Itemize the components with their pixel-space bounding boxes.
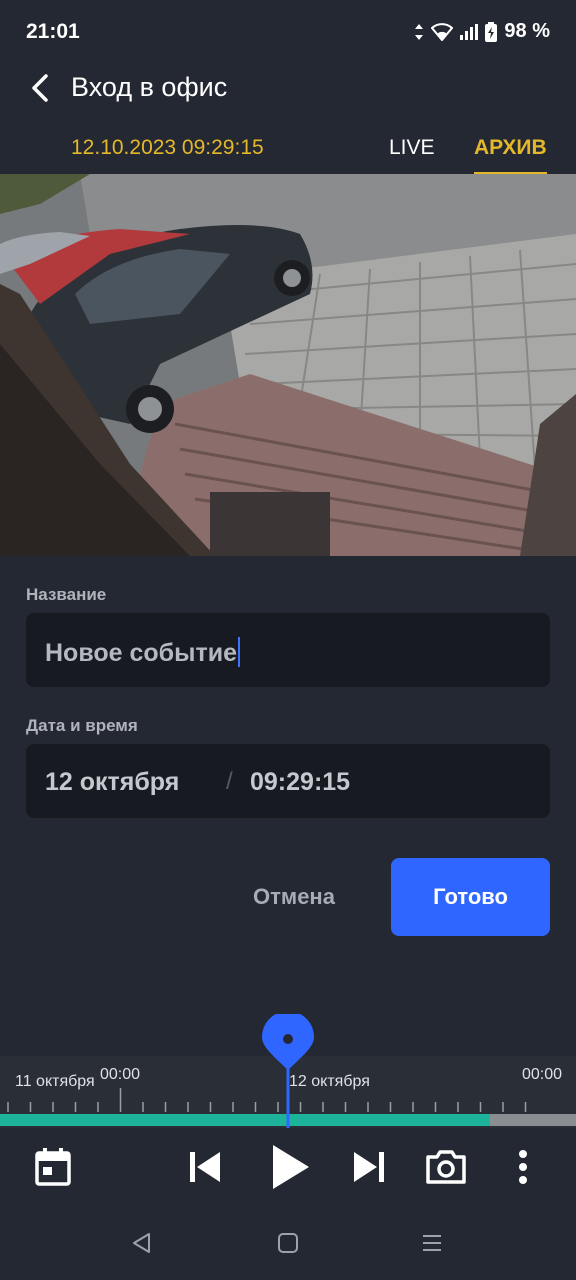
system-nav-bar [0,1210,576,1280]
timeline-position-marker[interactable] [261,1011,315,1128]
screen: 21:01 98 % Вход в офис 12.10.2023 09:29:… [0,0,576,1280]
datetime-field[interactable]: 12 октября / 09:29:15 [26,744,550,818]
play-button[interactable] [262,1142,316,1196]
date-time-separator: / [226,768,233,795]
app-header: Вход в офис [0,64,576,114]
more-options-button[interactable] [496,1142,550,1196]
previous-button[interactable] [178,1142,232,1196]
calendar-icon [34,1147,72,1192]
skip-next-icon [350,1148,388,1191]
time-value: 09:29:15 [250,768,351,796]
calendar-button[interactable] [26,1142,80,1196]
nav-back-icon [131,1232,153,1259]
wifi-icon [431,22,454,41]
name-label: Название [26,585,107,604]
timeline-recorded-fill [0,1114,490,1126]
page-title: Вход в офис [71,72,228,102]
event-name-value: Новое событие [45,637,240,668]
skip-previous-icon [186,1148,224,1191]
nav-home-button[interactable] [273,1230,303,1260]
tab-archive[interactable]: АРХИВ [474,136,547,175]
player-controls [0,1128,576,1210]
cancel-button[interactable]: Отмена [234,858,354,936]
battery-percent: 98 % [504,20,550,42]
back-arrow-icon [22,74,62,112]
data-arrows-icon [414,23,424,41]
status-icons: 98 % [414,20,550,43]
tab-live[interactable]: LIVE [389,136,435,160]
date-value: 12 октября [45,768,180,796]
timeline-label-time-1: 00:00 [100,1066,141,1083]
player-bar: 12.10.2023 09:29:15 LIVE АРХИВ [0,126,576,175]
nav-back-button[interactable] [127,1230,157,1260]
nav-recents-button[interactable] [417,1230,447,1260]
nav-home-icon [277,1232,299,1259]
timeline-label-time-2: 00:00 [522,1066,563,1083]
battery-icon [485,21,498,42]
play-icon [267,1143,311,1196]
signal-icon [460,23,479,40]
status-bar: 21:01 98 % [0,0,576,64]
status-time: 21:01 [26,20,80,43]
datetime-label: Дата и время [26,716,138,735]
playback-datetime: 12.10.2023 09:29:15 [71,136,264,159]
text-caret [237,637,240,667]
event-name-input[interactable]: Новое событие [26,613,550,687]
more-vert-icon [518,1149,528,1190]
nav-menu-icon [421,1232,443,1259]
back-button[interactable] [22,68,62,108]
camera-view[interactable] [0,174,576,556]
event-name-text: Новое событие [45,639,237,667]
camera-icon [425,1149,467,1190]
done-button[interactable]: Готово [391,858,550,936]
next-button[interactable] [342,1142,396,1196]
snapshot-button[interactable] [419,1142,473,1196]
